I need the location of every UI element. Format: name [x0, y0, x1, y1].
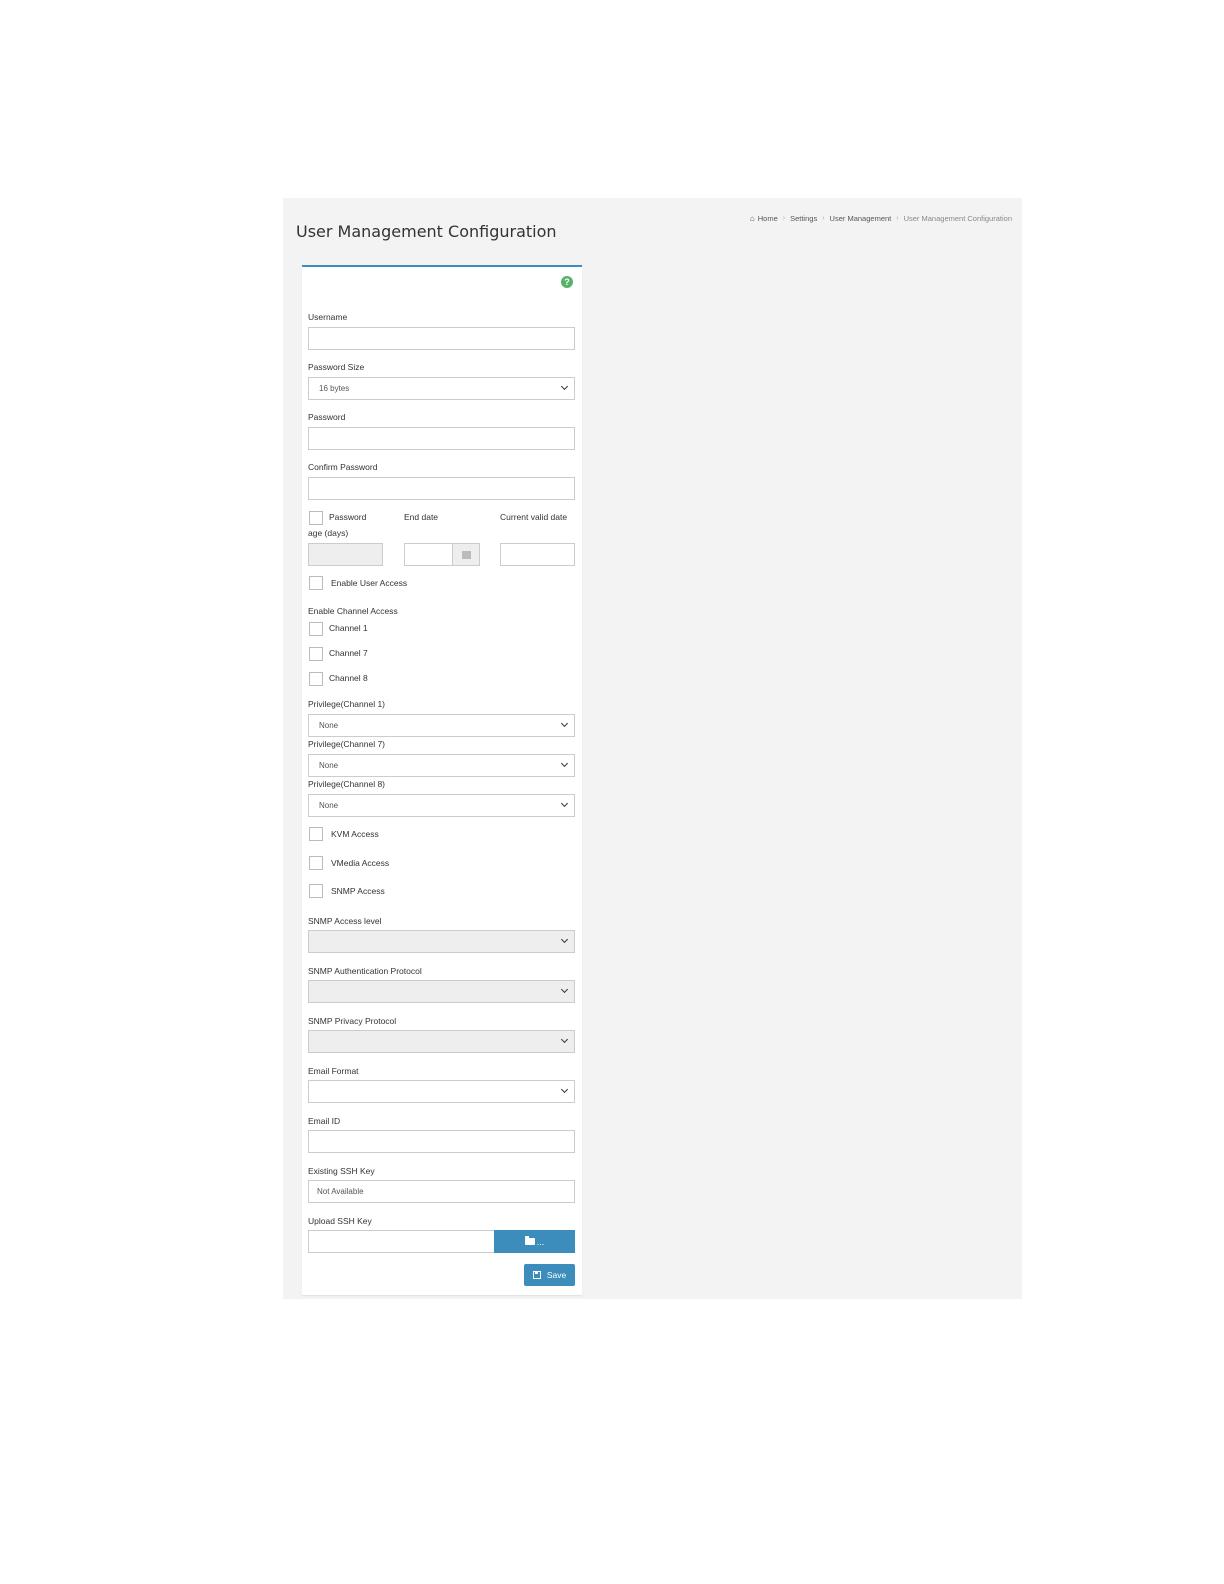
help-icon[interactable]: ? [561, 276, 573, 288]
channel-access-label: Enable Channel Access [308, 606, 398, 616]
privilege-channel-8-label: Privilege(Channel 8) [308, 779, 386, 789]
vmedia-access-label: VMedia Access [331, 858, 390, 868]
channel-8-label: Channel 8 [329, 673, 368, 683]
password-size-label: Password Size [308, 362, 365, 372]
password-size-select[interactable]: 16 bytes [308, 377, 575, 400]
privilege-channel-7-value: None [319, 761, 339, 770]
end-date-label: End date [404, 512, 439, 522]
channel-1-label: Channel 1 [329, 623, 368, 633]
password-label: Password [308, 412, 346, 422]
channel-7-label: Channel 7 [329, 648, 368, 658]
privilege-channel-7-label: Privilege(Channel 7) [308, 739, 386, 749]
snmp-access-level-select[interactable] [308, 930, 575, 953]
privilege-channel-7-select[interactable]: None [308, 754, 575, 777]
browse-button-label: ... [536, 1236, 545, 1247]
breadcrumb-home[interactable]: Home [758, 214, 778, 223]
current-valid-date-label: Current valid date [500, 512, 568, 522]
privilege-channel-8-select[interactable]: None [308, 794, 575, 817]
channel-1-checkbox[interactable] [309, 622, 323, 636]
chevron-down-icon [561, 1037, 569, 1045]
calendar-icon [461, 550, 471, 559]
chevron-down-icon [561, 801, 569, 809]
upload-ssh-key-label: Upload SSH Key [308, 1216, 372, 1226]
chevron-down-icon [561, 987, 569, 995]
breadcrumb-separator: › [822, 215, 825, 222]
username-label: Username [308, 312, 348, 322]
email-id-input[interactable] [308, 1130, 575, 1153]
snmp-auth-protocol-label: SNMP Authentication Protocol [308, 966, 422, 976]
email-format-label: Email Format [308, 1066, 359, 1076]
calendar-button[interactable] [452, 543, 480, 566]
password-age-checkbox[interactable] [309, 511, 323, 525]
password-size-value: 16 bytes [319, 384, 350, 393]
snmp-access-label: SNMP Access [331, 886, 385, 896]
breadcrumb-separator: › [782, 215, 786, 222]
breadcrumb-user-management[interactable]: User Management [830, 214, 892, 223]
existing-ssh-key-field: Not Available [308, 1180, 575, 1203]
privilege-channel-1-label: Privilege(Channel 1) [308, 699, 386, 709]
user-config-panel: ? Username Password Size 16 bytes Passwo… [302, 265, 582, 1295]
password-input[interactable] [308, 427, 575, 450]
snmp-privacy-protocol-select[interactable] [308, 1030, 575, 1053]
end-date-input[interactable] [404, 543, 454, 566]
snmp-auth-protocol-select[interactable] [308, 980, 575, 1003]
confirm-password-label: Confirm Password [308, 462, 378, 472]
email-format-select[interactable] [308, 1080, 575, 1103]
page-title: User Management Configuration [296, 222, 557, 241]
existing-ssh-key-label: Existing SSH Key [308, 1166, 375, 1176]
vmedia-access-checkbox[interactable] [309, 856, 323, 870]
enable-user-access-label: Enable User Access [331, 578, 408, 588]
content-area: User Management Configuration ⌂ Home › S… [283, 198, 1022, 1299]
breadcrumb: ⌂ Home › Settings › User Management › Us… [750, 214, 1012, 223]
password-age-input[interactable] [308, 543, 383, 566]
snmp-privacy-protocol-label: SNMP Privacy Protocol [308, 1016, 397, 1026]
channel-8-checkbox[interactable] [309, 672, 323, 686]
chevron-down-icon [561, 384, 569, 392]
current-valid-date-input[interactable] [500, 543, 575, 566]
password-age-label-line2: age (days) [308, 528, 349, 538]
chevron-down-icon [561, 937, 569, 945]
browse-button[interactable]: ... [494, 1230, 575, 1253]
chevron-down-icon [561, 761, 569, 769]
channel-7-checkbox[interactable] [309, 647, 323, 661]
kvm-access-label: KVM Access [331, 829, 379, 839]
kvm-access-checkbox[interactable] [309, 827, 323, 841]
breadcrumb-separator: › [896, 215, 899, 222]
breadcrumb-current: User Management Configuration [903, 214, 1012, 223]
folder-open-icon [524, 1236, 535, 1245]
snmp-access-checkbox[interactable] [309, 884, 323, 898]
privilege-channel-1-value: None [319, 721, 339, 730]
email-id-label: Email ID [308, 1116, 341, 1126]
home-icon: ⌂ [749, 214, 755, 223]
upload-ssh-key-input[interactable] [308, 1230, 495, 1253]
chevron-down-icon [561, 721, 569, 729]
enable-user-access-checkbox[interactable] [309, 576, 323, 590]
breadcrumb-settings[interactable]: Settings [790, 214, 817, 223]
privilege-channel-1-select[interactable]: None [308, 714, 575, 737]
floppy-disk-icon [532, 1271, 541, 1279]
chevron-down-icon [561, 1087, 569, 1095]
save-button-label: Save [546, 1270, 567, 1280]
password-age-label: Password [329, 512, 367, 522]
username-input[interactable] [308, 327, 575, 350]
confirm-password-input[interactable] [308, 477, 575, 500]
privilege-channel-8-value: None [319, 801, 339, 810]
snmp-access-level-label: SNMP Access level [308, 916, 382, 926]
save-button[interactable]: Save [524, 1264, 575, 1286]
